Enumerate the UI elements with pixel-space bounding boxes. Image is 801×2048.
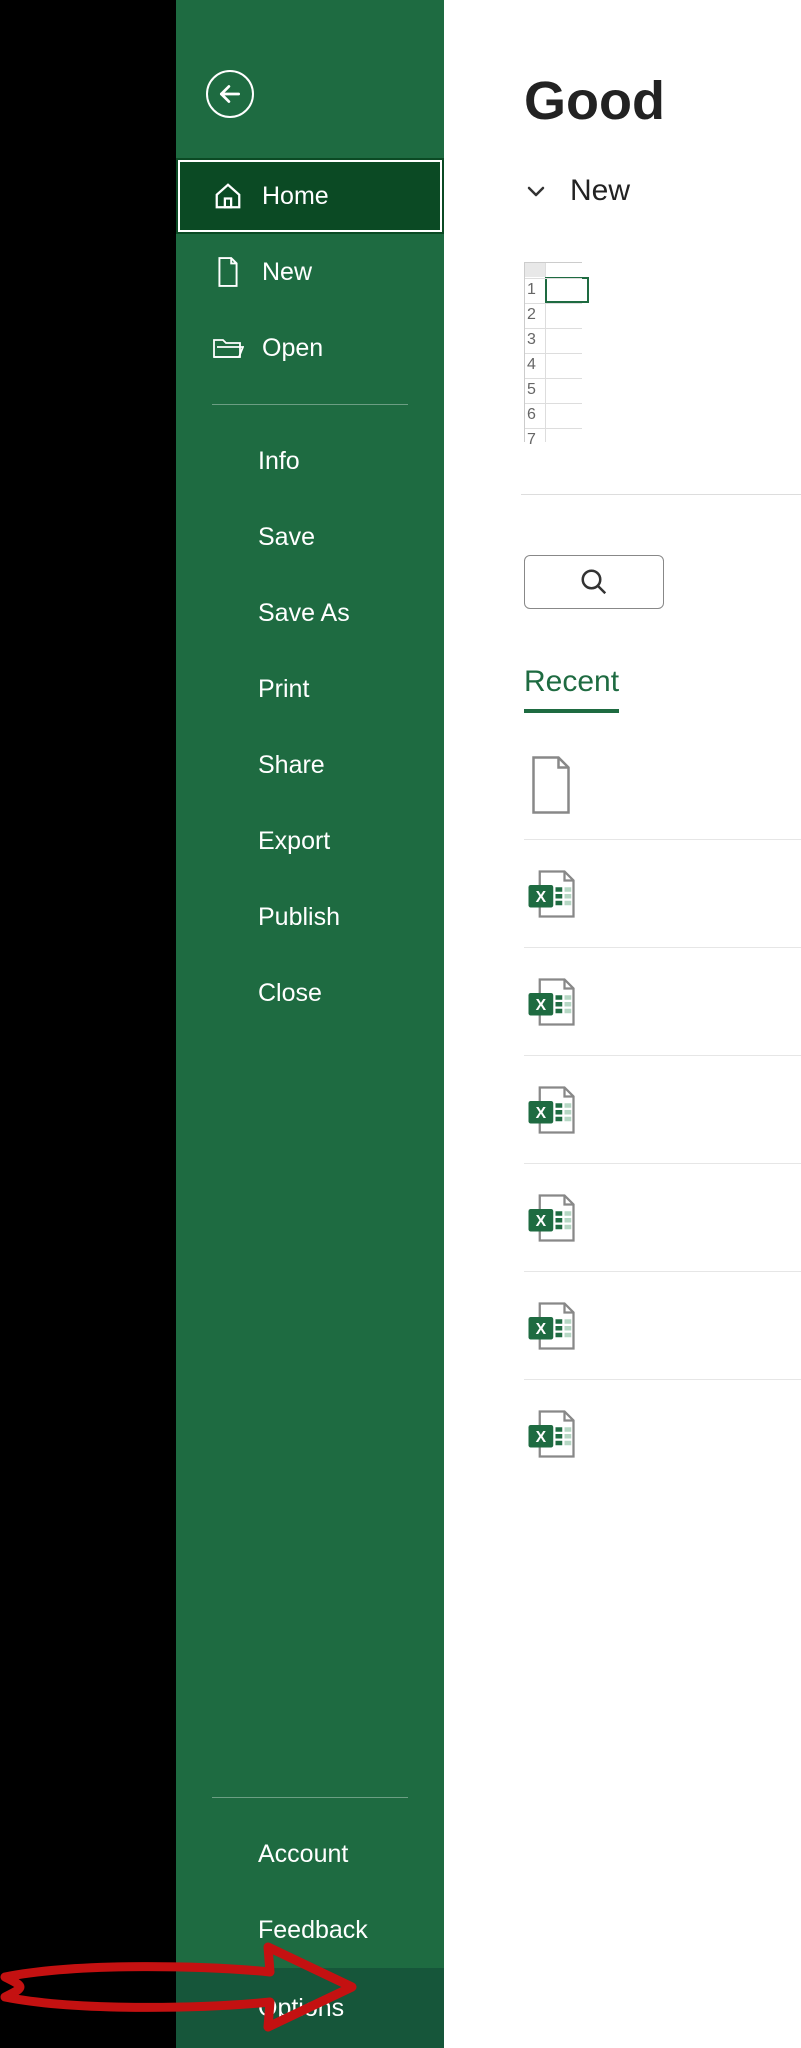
nav-account-label: Account bbox=[258, 1840, 348, 1869]
excel-file-icon: X bbox=[524, 1188, 578, 1248]
recent-file-row[interactable]: X bbox=[524, 839, 801, 947]
left-black-bar bbox=[0, 0, 176, 2048]
nav-close[interactable]: Close bbox=[176, 955, 444, 1031]
nav-share[interactable]: Share bbox=[176, 727, 444, 803]
back-arrow-icon bbox=[217, 81, 243, 107]
svg-text:X: X bbox=[536, 888, 547, 905]
nav-export-label: Export bbox=[258, 827, 330, 856]
svg-text:X: X bbox=[536, 996, 547, 1013]
home-icon bbox=[212, 180, 244, 212]
template-rownum: 4 bbox=[527, 356, 536, 374]
search-input[interactable] bbox=[524, 555, 664, 609]
nav-info[interactable]: Info bbox=[176, 423, 444, 499]
section-new-header[interactable]: New bbox=[524, 174, 801, 208]
nav-home[interactable]: Home bbox=[176, 158, 444, 234]
main-content: Good New 1 2 3 4 5 6 7 Recent bbox=[444, 0, 801, 2048]
svg-text:X: X bbox=[536, 1320, 547, 1337]
backstage-sidebar: Home New Open Info Save Save As Print bbox=[176, 0, 444, 2048]
template-rownum: 6 bbox=[527, 406, 536, 424]
svg-text:X: X bbox=[536, 1428, 547, 1445]
nav-save[interactable]: Save bbox=[176, 499, 444, 575]
template-rownum: 1 bbox=[527, 281, 536, 299]
template-selected-cell bbox=[547, 279, 587, 301]
nav-options-label: Options bbox=[258, 1994, 344, 2023]
excel-file-icon: X bbox=[524, 864, 578, 924]
nav-feedback[interactable]: Feedback bbox=[176, 1892, 444, 1968]
sidebar-divider-2 bbox=[212, 1797, 408, 1798]
nav-info-label: Info bbox=[258, 447, 300, 476]
nav-print[interactable]: Print bbox=[176, 651, 444, 727]
nav-open-label: Open bbox=[262, 334, 323, 363]
template-rownum: 7 bbox=[527, 431, 536, 449]
template-rownum: 3 bbox=[527, 331, 536, 349]
search-icon bbox=[579, 567, 609, 597]
template-rownum: 2 bbox=[527, 306, 536, 324]
recent-tabs: Recent bbox=[524, 665, 801, 713]
excel-file-icon: X bbox=[524, 1296, 578, 1356]
svg-text:X: X bbox=[536, 1212, 547, 1229]
nav-save-as-label: Save As bbox=[258, 599, 350, 628]
back-button[interactable] bbox=[206, 70, 254, 118]
folder-open-icon bbox=[212, 332, 244, 364]
svg-text:X: X bbox=[536, 1104, 547, 1121]
recent-file-row[interactable]: X bbox=[524, 1271, 801, 1379]
sidebar-spacer bbox=[176, 1031, 444, 1779]
nav-feedback-label: Feedback bbox=[258, 1916, 368, 1945]
greeting-title: Good bbox=[524, 70, 801, 132]
recent-file-row[interactable]: X bbox=[524, 1055, 801, 1163]
recent-file-row[interactable]: X bbox=[524, 1379, 801, 1487]
nav-publish[interactable]: Publish bbox=[176, 879, 444, 955]
section-new-label: New bbox=[570, 174, 630, 208]
nav-publish-label: Publish bbox=[258, 903, 340, 932]
excel-file-icon: X bbox=[524, 1404, 578, 1464]
excel-file-icon: X bbox=[524, 1080, 578, 1140]
template-rownum: 5 bbox=[527, 381, 536, 399]
excel-file-icon: X bbox=[524, 972, 578, 1032]
recent-file-row[interactable]: X bbox=[524, 1163, 801, 1271]
nav-home-label: Home bbox=[262, 182, 329, 211]
blank-file-icon bbox=[524, 755, 578, 815]
nav-print-label: Print bbox=[258, 675, 309, 704]
nav-account[interactable]: Account bbox=[176, 1816, 444, 1892]
recent-file-row[interactable] bbox=[524, 731, 801, 839]
file-icon bbox=[212, 256, 244, 288]
nav-share-label: Share bbox=[258, 751, 325, 780]
chevron-down-icon bbox=[524, 179, 548, 203]
nav-new-label: New bbox=[262, 258, 312, 287]
tab-recent[interactable]: Recent bbox=[524, 665, 619, 713]
template-blank-workbook[interactable]: 1 2 3 4 5 6 7 bbox=[524, 262, 582, 442]
nav-export[interactable]: Export bbox=[176, 803, 444, 879]
main-divider bbox=[521, 494, 801, 495]
nav-close-label: Close bbox=[258, 979, 322, 1008]
recent-file-list: X X X bbox=[524, 731, 801, 1487]
nav-options[interactable]: Options bbox=[176, 1968, 444, 2048]
nav-save-label: Save bbox=[258, 523, 315, 552]
sidebar-divider-1 bbox=[212, 404, 408, 405]
nav-open[interactable]: Open bbox=[176, 310, 444, 386]
tab-recent-label: Recent bbox=[524, 665, 619, 698]
nav-new[interactable]: New bbox=[176, 234, 444, 310]
recent-file-row[interactable]: X bbox=[524, 947, 801, 1055]
nav-save-as[interactable]: Save As bbox=[176, 575, 444, 651]
